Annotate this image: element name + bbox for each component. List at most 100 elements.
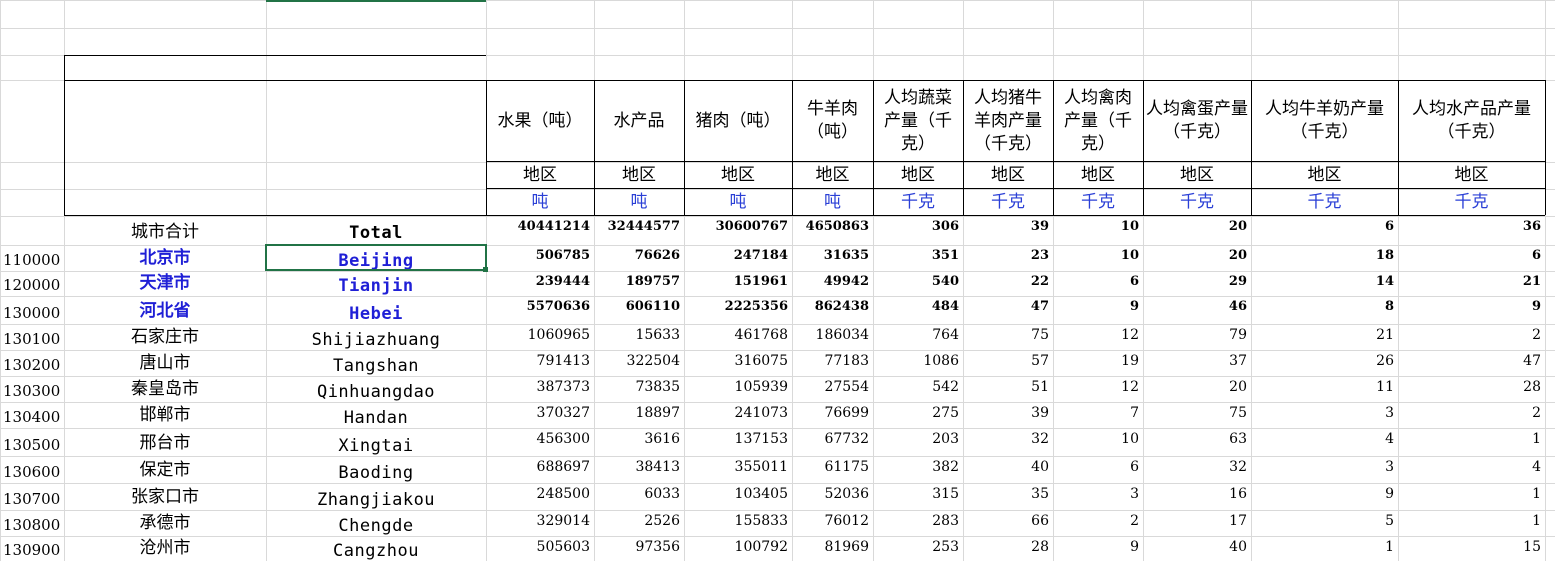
data-cell[interactable]: 27554 (792, 377, 873, 399)
column-header[interactable]: 人均猪牛羊肉产量（千克） (963, 81, 1053, 161)
total-value-cell[interactable]: 20 (1143, 217, 1251, 239)
data-cell[interactable]: 1 (1398, 511, 1545, 533)
data-cell[interactable]: 76699 (792, 403, 873, 425)
row-code[interactable]: 130800 (0, 514, 64, 536)
data-cell[interactable]: 15 (1398, 537, 1545, 559)
total-label-cn[interactable]: 城市合计 (64, 220, 266, 249)
data-cell[interactable]: 9 (1053, 297, 1143, 319)
row-city-cn[interactable]: 张家口市 (64, 485, 266, 509)
data-cell[interactable]: 20 (1143, 246, 1251, 268)
total-value-cell[interactable]: 36 (1398, 217, 1545, 239)
column-header[interactable]: 人均禽肉产量（千克） (1053, 81, 1143, 161)
column-unit[interactable]: 吨 (594, 190, 684, 215)
data-cell[interactable]: 76012 (792, 511, 873, 533)
data-cell[interactable]: 81969 (792, 537, 873, 559)
row-code[interactable]: 130100 (0, 328, 64, 350)
data-cell[interactable]: 1 (1398, 484, 1545, 506)
data-cell[interactable]: 31635 (792, 246, 873, 268)
total-value-cell[interactable]: 39 (963, 217, 1053, 239)
row-city-cn[interactable]: 承德市 (64, 511, 266, 535)
data-cell[interactable]: 151961 (684, 272, 792, 294)
column-header[interactable]: 人均禽蛋产量（千克） (1143, 81, 1251, 161)
data-cell[interactable]: 46 (1143, 297, 1251, 319)
column-unit[interactable]: 千克 (1053, 190, 1143, 215)
data-cell[interactable]: 1060965 (486, 325, 594, 347)
data-cell[interactable]: 63 (1143, 429, 1251, 451)
column-unit[interactable]: 吨 (684, 190, 792, 215)
data-cell[interactable]: 2 (1398, 325, 1545, 347)
data-cell[interactable]: 52036 (792, 484, 873, 506)
data-cell[interactable]: 40 (963, 457, 1053, 479)
row-city-en[interactable]: Shijiazhuang (266, 328, 486, 352)
data-cell[interactable]: 49942 (792, 272, 873, 294)
data-cell[interactable]: 189757 (594, 272, 684, 294)
data-cell[interactable]: 387373 (486, 377, 594, 399)
spreadsheet-grid[interactable]: 水果（吨） 地区吨水产品 地区吨猪肉（吨） 地区吨牛羊肉（吨） 地区吨人均蔬菜产量（千克… (0, 0, 1555, 561)
data-cell[interactable]: 73835 (594, 377, 684, 399)
row-city-en[interactable]: Zhangjiakou (266, 488, 486, 512)
total-value-cell[interactable]: 306 (873, 217, 963, 239)
data-cell[interactable]: 21 (1251, 325, 1398, 347)
data-cell[interactable]: 15633 (594, 325, 684, 347)
data-cell[interactable]: 186034 (792, 325, 873, 347)
data-cell[interactable]: 484 (873, 297, 963, 319)
data-cell[interactable]: 351 (873, 246, 963, 268)
data-cell[interactable]: 9 (1053, 537, 1143, 559)
data-cell[interactable]: 22 (963, 272, 1053, 294)
total-value-cell[interactable]: 4650863 (792, 217, 873, 239)
data-cell[interactable]: 688697 (486, 457, 594, 479)
data-cell[interactable]: 137153 (684, 429, 792, 451)
data-cell[interactable]: 155833 (684, 511, 792, 533)
data-cell[interactable]: 16 (1143, 484, 1251, 506)
selected-cell-outline[interactable] (265, 244, 487, 271)
data-cell[interactable]: 38413 (594, 457, 684, 479)
row-code[interactable]: 130600 (0, 461, 64, 483)
row-code[interactable]: 110000 (0, 249, 64, 271)
total-value-cell[interactable]: 30600767 (684, 217, 792, 239)
total-value-cell[interactable]: 40441214 (486, 217, 594, 239)
data-cell[interactable]: 21 (1398, 272, 1545, 294)
row-city-cn[interactable]: 北京市 (64, 246, 266, 270)
data-cell[interactable]: 28 (1398, 377, 1545, 399)
row-code[interactable]: 120000 (0, 274, 64, 296)
data-cell[interactable]: 18897 (594, 403, 684, 425)
data-cell[interactable]: 20 (1143, 377, 1251, 399)
data-cell[interactable]: 7 (1053, 403, 1143, 425)
column-unit[interactable]: 千克 (873, 190, 963, 215)
row-city-cn[interactable]: 唐山市 (64, 351, 266, 375)
row-city-cn[interactable]: 保定市 (64, 458, 266, 482)
data-cell[interactable]: 18 (1251, 246, 1398, 268)
data-cell[interactable]: 3616 (594, 429, 684, 451)
data-cell[interactable]: 322504 (594, 351, 684, 373)
data-cell[interactable]: 14 (1251, 272, 1398, 294)
data-cell[interactable]: 6033 (594, 484, 684, 506)
data-cell[interactable]: 23 (963, 246, 1053, 268)
column-subheader[interactable]: 地区 (1143, 163, 1251, 188)
row-city-en[interactable]: Xingtai (266, 434, 486, 458)
data-cell[interactable]: 37 (1143, 351, 1251, 373)
column-subheader[interactable]: 地区 (1251, 163, 1398, 188)
data-cell[interactable]: 32 (963, 429, 1053, 451)
data-cell[interactable]: 40 (1143, 537, 1251, 559)
data-cell[interactable]: 316075 (684, 351, 792, 373)
row-city-en[interactable]: Tianjin (266, 274, 486, 298)
data-cell[interactable]: 540 (873, 272, 963, 294)
row-city-en[interactable]: Baoding (266, 461, 486, 485)
data-cell[interactable]: 26 (1251, 351, 1398, 373)
row-code[interactable]: 130900 (0, 539, 64, 561)
data-cell[interactable]: 6 (1053, 272, 1143, 294)
column-header[interactable]: 牛羊肉（吨） (792, 81, 873, 161)
data-cell[interactable]: 75 (1143, 403, 1251, 425)
data-cell[interactable]: 542 (873, 377, 963, 399)
data-cell[interactable]: 9 (1398, 297, 1545, 319)
data-cell[interactable]: 329014 (486, 511, 594, 533)
row-code[interactable]: 130200 (0, 354, 64, 376)
column-header[interactable]: 人均蔬菜产量（千克） (873, 81, 963, 161)
data-cell[interactable]: 39 (963, 403, 1053, 425)
column-subheader[interactable]: 地区 (486, 163, 594, 188)
data-cell[interactable]: 97356 (594, 537, 684, 559)
column-subheader[interactable]: 地区 (684, 163, 792, 188)
data-cell[interactable]: 12 (1053, 325, 1143, 347)
column-unit[interactable]: 吨 (486, 190, 594, 215)
column-subheader[interactable]: 地区 (594, 163, 684, 188)
